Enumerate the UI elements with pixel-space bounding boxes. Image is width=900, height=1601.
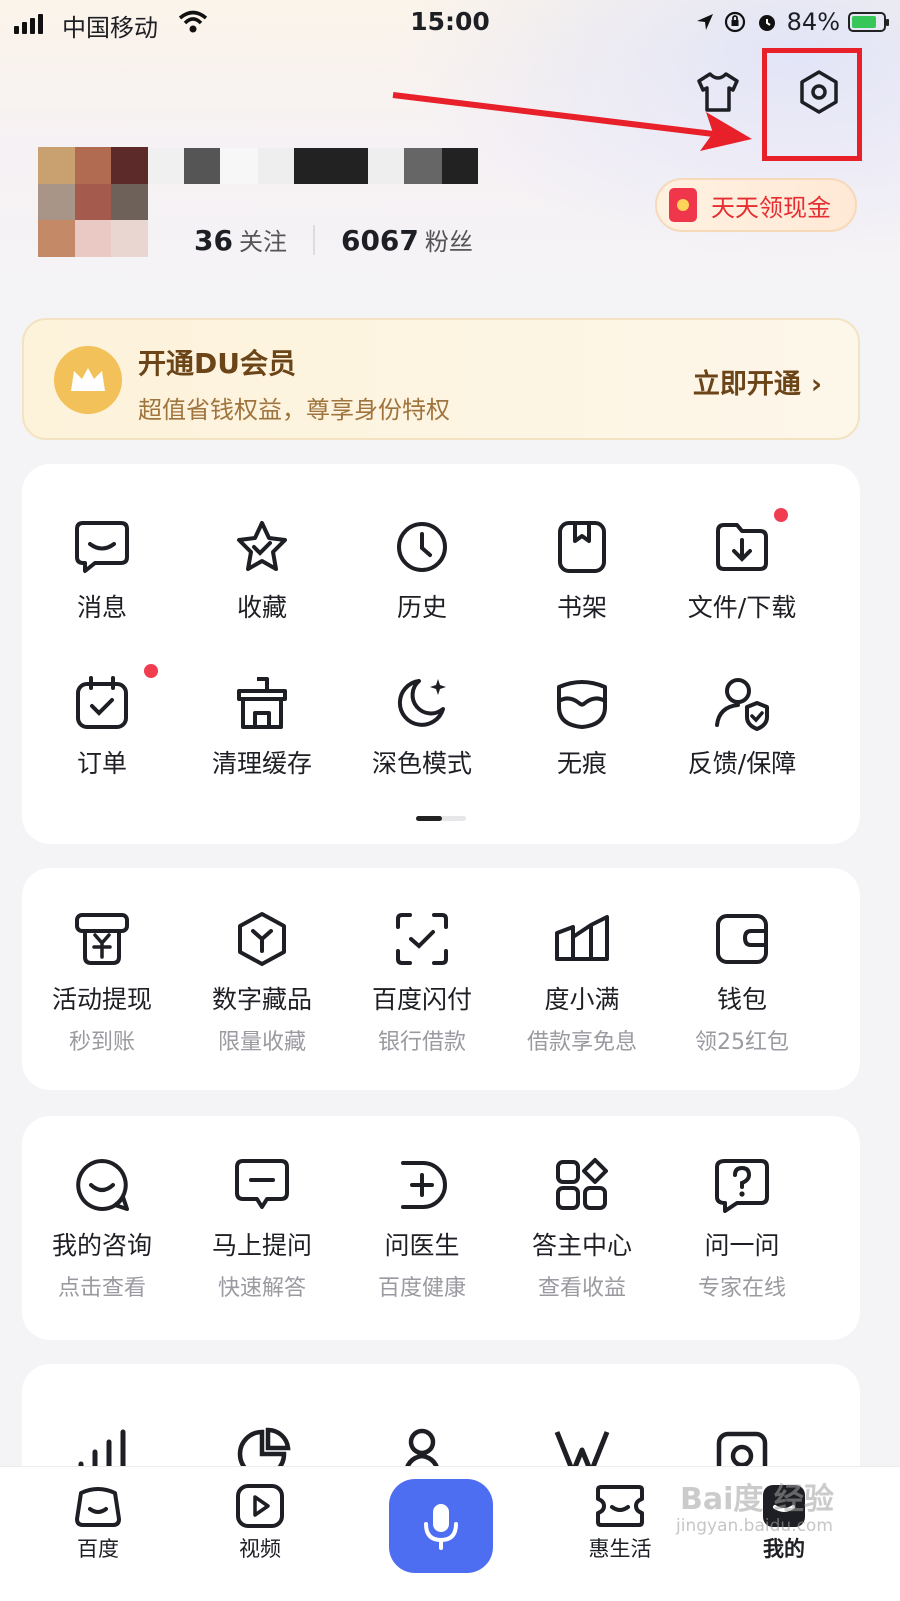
wallet-icon [711, 908, 773, 970]
vip-banner[interactable]: 开通DU会员 超值省钱权益，尊享身份特权 立即开通 › [22, 318, 860, 440]
user-shield-icon [711, 672, 773, 734]
tools-pager [416, 816, 466, 821]
health-ask-expert[interactable]: 问一问 专家在线 [662, 1154, 822, 1302]
message-icon [71, 516, 133, 578]
health-ask-doctor[interactable]: 问医生 百度健康 [342, 1154, 502, 1302]
watermark-logo: Bai度 经验 [680, 1482, 834, 1517]
vip-open-button[interactable]: 立即开通 › [693, 362, 822, 401]
downloads-badge [774, 508, 788, 522]
daily-cash-label: 天天领现金 [711, 193, 831, 222]
question-icon [711, 1154, 773, 1216]
finance-duxiaoman[interactable]: 度小满 借款享免息 [502, 908, 662, 1056]
video-play-icon [236, 1484, 284, 1528]
finance-wallet[interactable]: 钱包 领25红包 [662, 908, 822, 1056]
tool-orders[interactable]: 订单 [22, 664, 182, 780]
tab-video[interactable]: 视频 [200, 1483, 320, 1563]
following-stat[interactable]: 36 关注 [194, 222, 287, 257]
ask-icon [231, 1154, 293, 1216]
order-calendar-icon [71, 672, 133, 734]
finance-flash-pay[interactable]: 百度闪付 银行借款 [342, 908, 502, 1056]
tool-downloads[interactable]: 文件/下载 [662, 508, 822, 624]
followers-stat[interactable]: 6067 粉丝 [341, 222, 473, 257]
moon-icon [391, 672, 453, 734]
download-folder-icon [711, 516, 773, 578]
mask-icon [551, 672, 613, 734]
vip-title: 开通DU会员 [138, 347, 296, 380]
finance-withdraw[interactable]: 活动提现 秒到账 [22, 908, 182, 1056]
health-ask-now[interactable]: 马上提问 快速解答 [182, 1154, 342, 1302]
tool-feedback[interactable]: 反馈/保障 [662, 672, 822, 780]
health-card: 我的咨询 点击查看 马上提问 快速解答 问医生 百度健康 答主中心 查看收益 问… [22, 1116, 860, 1340]
star-icon [231, 516, 293, 578]
microphone-icon [424, 1504, 458, 1550]
crown-icon [54, 346, 122, 414]
finance-digital-collectibles[interactable]: 数字藏品 限量收藏 [182, 908, 342, 1056]
ticket-smile-icon [596, 1485, 644, 1527]
health-my-consultation[interactable]: 我的咨询 点击查看 [22, 1154, 182, 1302]
red-envelope-icon [669, 188, 697, 222]
tool-history[interactable]: 历史 [342, 516, 502, 624]
apps-icon [551, 1154, 613, 1216]
scan-check-icon [391, 908, 453, 970]
username-redacted [148, 148, 478, 184]
avatar[interactable] [38, 147, 148, 257]
clean-icon [231, 672, 293, 734]
doctor-icon [391, 1154, 453, 1216]
tool-dark-mode[interactable]: 深色模式 [342, 672, 502, 780]
voice-search-button[interactable] [389, 1479, 493, 1573]
clock-icon [391, 516, 453, 578]
tab-life[interactable]: 惠生活 [560, 1483, 680, 1563]
orders-badge [144, 664, 158, 678]
tool-bookshelf[interactable]: 书架 [502, 516, 662, 624]
follow-stats: 36 关注 6067 粉丝 [194, 222, 473, 257]
duxiaoman-icon [551, 908, 613, 970]
tool-incognito[interactable]: 无痕 [502, 672, 662, 780]
chevron-right-icon: › [810, 369, 822, 400]
tool-messages[interactable]: 消息 [22, 516, 182, 624]
vip-subtitle: 超值省钱权益，尊享身份特权 [138, 396, 450, 424]
baidu-home-icon [75, 1487, 121, 1527]
tool-favorites[interactable]: 收藏 [182, 516, 342, 624]
tab-home[interactable]: 百度 [38, 1483, 158, 1563]
finance-card: 活动提现 秒到账 数字藏品 限量收藏 百度闪付 银行借款 度小满 借款享免息 钱… [22, 868, 860, 1090]
bookmark-icon [551, 516, 613, 578]
health-answerer-center[interactable]: 答主中心 查看收益 [502, 1154, 662, 1302]
tools-card: 消息 收藏 历史 书架 文件/下载 订单 清理缓存 深色模式 无痕 反馈/保障 [22, 464, 860, 844]
hexagon-icon [231, 908, 293, 970]
daily-cash-button[interactable]: 天天领现金 [655, 178, 857, 232]
watermark-url: jingyan.baidu.com [676, 1516, 833, 1536]
consult-icon [71, 1154, 133, 1216]
cash-withdraw-icon [71, 908, 133, 970]
tool-clean-cache[interactable]: 清理缓存 [182, 672, 342, 780]
